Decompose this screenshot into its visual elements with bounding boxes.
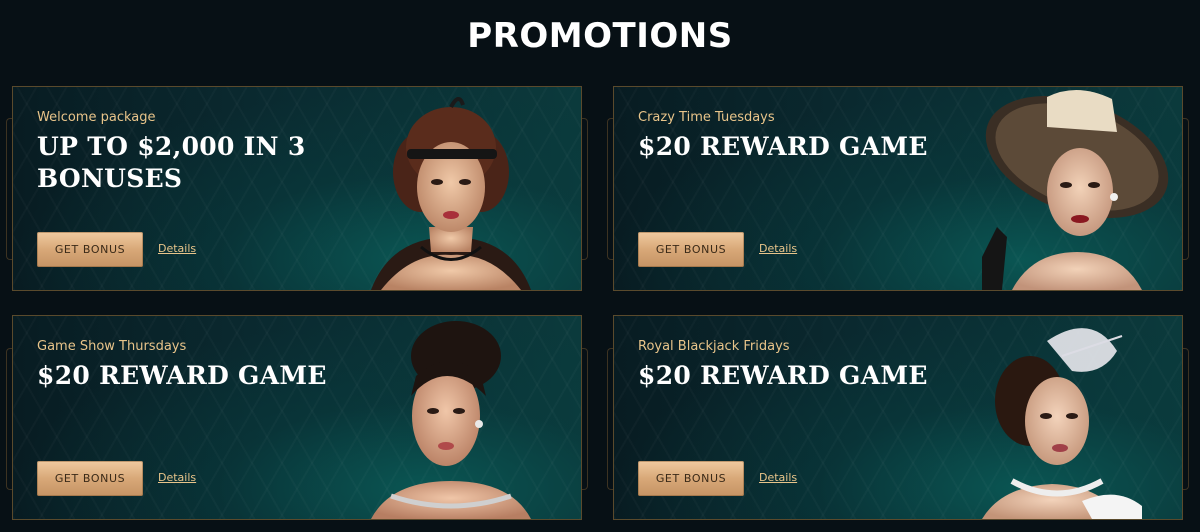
details-link[interactable]: Details — [158, 242, 196, 255]
woman-portrait-image — [371, 97, 531, 290]
woman-portrait-image — [371, 321, 531, 519]
woman-with-hat-portrait-image — [982, 89, 1169, 290]
promo-subtitle: Crazy Time Tuesdays — [638, 110, 775, 125]
promo-headline: $20 REWARD GAME — [37, 361, 327, 390]
page-title: PROMOTIONS — [467, 16, 733, 56]
get-bonus-button[interactable]: GET BONUS — [37, 232, 143, 267]
promo-subtitle: Royal Blackjack Fridays — [638, 339, 790, 354]
promo-card-crazy-time: Crazy Time Tuesdays $20 REWARD GAME GET … — [613, 86, 1183, 291]
decorative-bracket — [1182, 348, 1189, 490]
details-link[interactable]: Details — [759, 471, 797, 484]
get-bonus-button[interactable]: GET BONUS — [638, 232, 744, 267]
details-link[interactable]: Details — [759, 242, 797, 255]
promo-card-royal-blackjack: Royal Blackjack Fridays $20 REWARD GAME … — [613, 315, 1183, 520]
get-bonus-button[interactable]: GET BONUS — [638, 461, 744, 496]
promo-headline: $20 REWARD GAME — [638, 361, 928, 390]
decorative-bracket — [1182, 118, 1189, 260]
promo-card-game-show: Game Show Thursdays $20 REWARD GAME GET … — [12, 315, 582, 520]
promo-subtitle: Game Show Thursdays — [37, 339, 187, 354]
promo-headline: $20 REWARD GAME — [638, 132, 928, 161]
promotions-page: PROMOTIONS Welcome package UP TO $2,000 … — [0, 0, 1200, 532]
promo-card-welcome: Welcome package UP TO $2,000 IN 3 BONUSE… — [12, 86, 582, 291]
woman-with-fascinator-portrait-image — [982, 328, 1142, 519]
promo-subtitle: Welcome package — [37, 110, 156, 125]
promo-headline: UP TO $2,000 IN 3 BONUSES — [37, 132, 306, 193]
decorative-bracket — [581, 118, 588, 260]
details-link[interactable]: Details — [158, 471, 196, 484]
decorative-bracket — [581, 348, 588, 490]
get-bonus-button[interactable]: GET BONUS — [37, 461, 143, 496]
